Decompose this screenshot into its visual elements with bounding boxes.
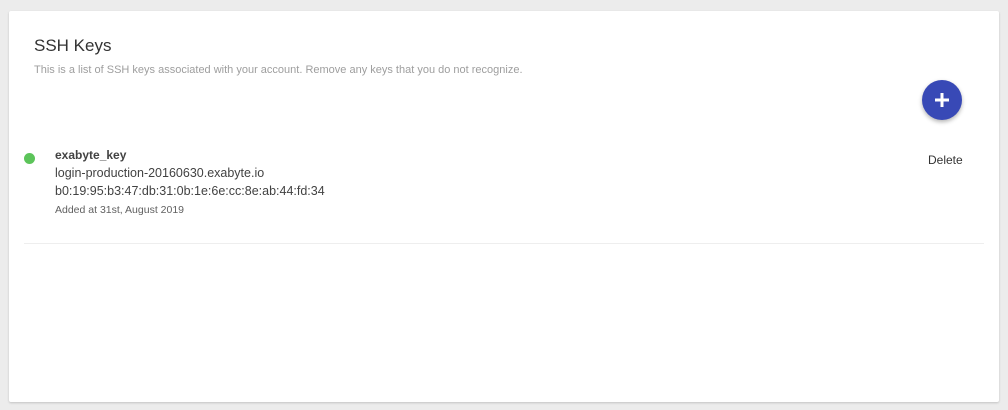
delete-button[interactable]: Delete bbox=[924, 151, 967, 169]
key-host: login-production-20160630.exabyte.io bbox=[55, 166, 265, 180]
plus-icon bbox=[935, 93, 949, 107]
status-indicator bbox=[24, 153, 35, 164]
key-name: exabyte_key bbox=[55, 148, 127, 162]
key-added-date: Added at 31st, August 2019 bbox=[55, 204, 185, 216]
ssh-keys-card: SSH Keys This is a list of SSH keys asso… bbox=[9, 11, 999, 402]
page-title: SSH Keys bbox=[34, 36, 112, 55]
key-fingerprint: b0:19:95:b3:47:db:31:0b:1e:6e:cc:8e:ab:4… bbox=[55, 184, 325, 198]
list-item: exabyte_key login-production-20160630.ex… bbox=[24, 143, 984, 244]
add-key-button[interactable] bbox=[922, 80, 962, 120]
page-subtitle: This is a list of SSH keys associated wi… bbox=[34, 64, 523, 76]
